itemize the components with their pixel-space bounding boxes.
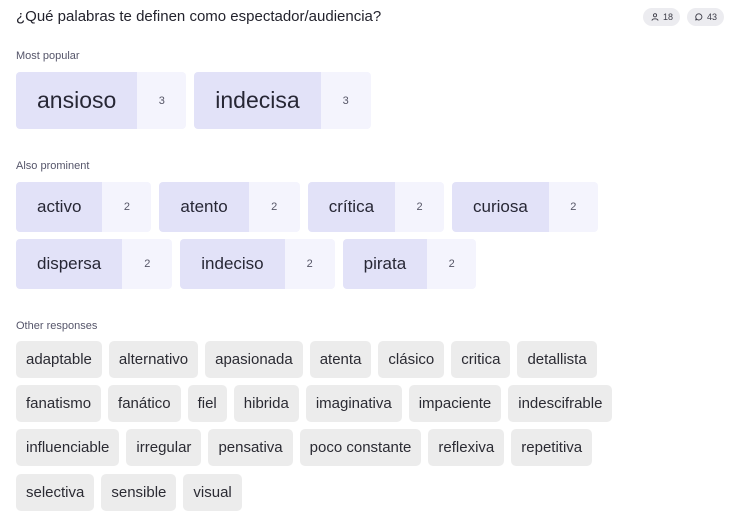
response-tag: hibrida <box>233 385 299 422</box>
word-pill: curiosa 2 <box>452 182 598 232</box>
response-tag: clásico <box>378 341 445 378</box>
most-popular-row: ansioso 3 indecisa 3 <box>16 72 371 129</box>
word-pill: pirata 2 <box>342 239 477 289</box>
other-responses-row-2: fanatismo fanático fiel hibrida imaginat… <box>16 385 613 422</box>
word-pill: ansioso 3 <box>16 72 187 129</box>
word-count: 3 <box>320 72 371 129</box>
also-prominent-row-2: dispersa 2 indeciso 2 pirata 2 <box>16 239 477 289</box>
also-prominent-row-1: activo 2 atento 2 crítica 2 curiosa 2 <box>16 182 598 232</box>
word-pill: dispersa 2 <box>16 239 173 289</box>
participants-count: 18 <box>662 12 673 22</box>
response-tag: indescifrable <box>508 385 613 422</box>
response-tag: apasionada <box>205 341 303 378</box>
also-prominent-label: Also prominent <box>16 160 90 172</box>
response-tag: influenciable <box>16 429 120 466</box>
word-label: ansioso <box>16 72 138 129</box>
question-title: ¿Qué palabras te definen como espectador… <box>16 8 382 25</box>
response-tag: fanatismo <box>16 385 102 422</box>
word-count: 2 <box>395 182 445 232</box>
chat-icon <box>695 13 703 21</box>
response-tag: detallista <box>517 341 597 378</box>
response-tag: reflexiva <box>428 429 505 466</box>
response-tag: impaciente <box>408 385 502 422</box>
word-count: 2 <box>102 182 152 232</box>
response-tag: pensativa <box>208 429 293 466</box>
word-label: crítica <box>307 182 396 232</box>
word-label: pirata <box>342 239 428 289</box>
word-count: 2 <box>548 182 598 232</box>
badges: 18 43 <box>642 8 724 26</box>
response-tag: poco constante <box>299 429 422 466</box>
response-tag: imaginativa <box>305 385 402 422</box>
other-responses-row-4: selectiva sensible visual <box>16 474 242 511</box>
word-count: 2 <box>427 239 477 289</box>
other-responses-label: Other responses <box>16 320 98 332</box>
word-label: curiosa <box>452 182 549 232</box>
word-label: atento <box>159 182 249 232</box>
most-popular-label: Most popular <box>16 50 80 62</box>
person-icon <box>651 13 659 21</box>
response-tag: fiel <box>187 385 227 422</box>
response-tag: fanático <box>108 385 181 422</box>
word-count: 3 <box>137 72 187 129</box>
response-tag: critica <box>451 341 511 378</box>
response-tag: sensible <box>101 474 177 511</box>
word-pill: activo 2 <box>16 182 152 232</box>
word-label: dispersa <box>16 239 123 289</box>
word-pill: crítica 2 <box>307 182 445 232</box>
word-count: 2 <box>248 182 300 232</box>
response-tag: selectiva <box>16 474 95 511</box>
word-count: 2 <box>122 239 173 289</box>
header: ¿Qué palabras te definen como espectador… <box>16 8 724 28</box>
word-count: 2 <box>284 239 335 289</box>
word-label: indeciso <box>180 239 285 289</box>
word-pill: indeciso 2 <box>180 239 335 289</box>
other-responses-row-3: influenciable irregular pensativa poco c… <box>16 429 593 466</box>
response-tag: repetitiva <box>511 429 593 466</box>
responses-badge: 43 <box>686 8 724 26</box>
word-pill: atento 2 <box>159 182 300 232</box>
word-label: indecisa <box>194 72 321 129</box>
participants-badge: 18 <box>642 8 680 26</box>
responses-count: 43 <box>706 12 717 22</box>
response-tag: irregular <box>126 429 202 466</box>
response-tag: alternativo <box>108 341 199 378</box>
word-label: activo <box>16 182 103 232</box>
response-tag: adaptable <box>16 341 102 378</box>
response-tag: atenta <box>309 341 372 378</box>
word-pill: indecisa 3 <box>194 72 371 129</box>
response-tag: visual <box>183 474 242 511</box>
other-responses-row-1: adaptable alternativo apasionada atenta … <box>16 341 597 378</box>
